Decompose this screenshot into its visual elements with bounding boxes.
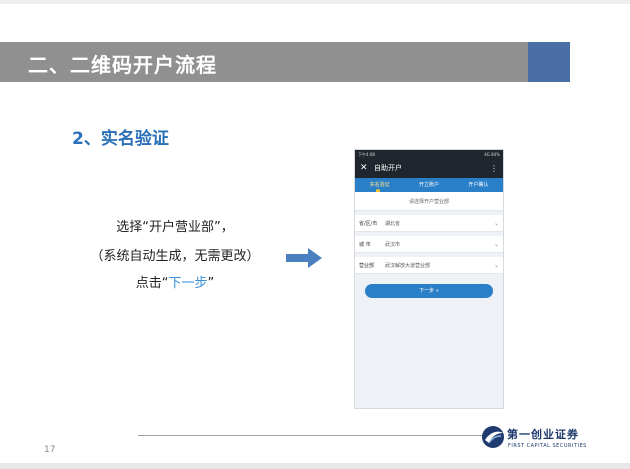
province-value: 湖北省 xyxy=(385,220,401,227)
title-accent-block xyxy=(528,42,570,82)
city-label: 城 市 xyxy=(359,241,371,248)
app-title: 自助开户 xyxy=(374,164,402,172)
slide: 二、二维码开户流程 2、实名验证 选择“开户营业部”， （系统自动生成，无需更改… xyxy=(0,0,630,469)
top-rule xyxy=(0,0,630,4)
instruction-suffix: ” xyxy=(207,276,215,291)
next-step-button[interactable]: 下一步 » xyxy=(365,284,493,298)
phone-screenshot: 下午4:08 4G 84% ✕ 自助开户 ⋮ 实名验证 开立账户 开户确认 请选… xyxy=(354,149,504,409)
company-name-en: FIRST CAPITAL SECURITIES xyxy=(508,443,587,449)
more-menu-icon[interactable]: ⋮ xyxy=(490,159,498,178)
chevron-down-icon: ⌄ xyxy=(493,261,499,269)
branch-label: 营业部 xyxy=(359,262,375,269)
city-select[interactable]: 城 市 武汉市 ⌄ xyxy=(355,236,503,253)
active-tab-indicator xyxy=(376,189,380,192)
section-heading: 2、实名验证 xyxy=(72,129,169,149)
phone-tabs: 实名验证 开立账户 开户确认 xyxy=(355,178,503,192)
instruction-line-2: （系统自动生成，无需更改） xyxy=(90,249,260,264)
instruction-line-1: 选择“开户营业部”， xyxy=(116,220,234,235)
status-time: 下午4:08 xyxy=(358,152,375,157)
select-branch-title: 请选择开户营业部 xyxy=(355,192,503,211)
bottom-rule xyxy=(0,463,630,469)
phone-status-bar: 下午4:08 4G 84% xyxy=(355,150,503,159)
company-logo-icon xyxy=(482,426,504,448)
page-number: 17 xyxy=(44,445,56,455)
instruction-line-3: 点击“下一步” xyxy=(60,272,290,291)
instruction-prefix: 点击“ xyxy=(135,276,169,291)
city-value: 武汉市 xyxy=(385,241,401,248)
right-arrow-icon xyxy=(286,248,322,268)
instruction-next-highlight: 下一步 xyxy=(168,276,208,291)
tab-confirm[interactable]: 开户确认 xyxy=(454,178,503,192)
company-name: 第一创业证券 xyxy=(507,428,579,441)
province-select[interactable]: 省/区/市 湖北省 ⌄ xyxy=(355,215,503,232)
chevron-down-icon: ⌄ xyxy=(493,219,499,227)
status-indicators: 4G 84% xyxy=(484,152,500,157)
tab-open-account[interactable]: 开立账户 xyxy=(404,178,453,192)
footer-divider xyxy=(138,435,486,436)
close-icon[interactable]: ✕ xyxy=(360,159,374,178)
slide-title: 二、二维码开户流程 xyxy=(28,53,217,77)
branch-value: 武汉解放大道营业部 xyxy=(385,262,431,269)
phone-app-bar: ✕ 自助开户 ⋮ xyxy=(355,159,503,178)
branch-select[interactable]: 营业部 武汉解放大道营业部 ⌄ xyxy=(355,257,503,274)
province-label: 省/区/市 xyxy=(359,220,378,227)
chevron-down-icon: ⌄ xyxy=(493,240,499,248)
